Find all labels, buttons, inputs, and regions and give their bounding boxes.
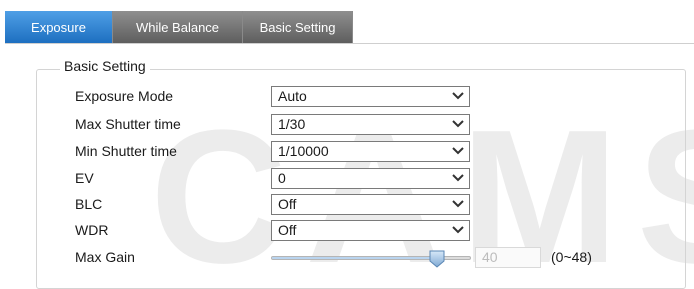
min-shutter-value: 1/10000 — [278, 143, 329, 159]
tab-bar: Exposure While Balance Basic Setting — [5, 11, 353, 43]
chevron-down-icon — [452, 200, 464, 208]
chevron-down-icon — [452, 92, 464, 100]
wdr-value: Off — [278, 222, 297, 238]
chevron-down-icon — [452, 226, 464, 234]
max-gain-value: 40 — [482, 249, 498, 265]
max-shutter-select[interactable]: 1/30 — [271, 114, 470, 135]
section-legend: Basic Setting — [60, 58, 150, 74]
exposure-mode-value: Auto — [278, 88, 307, 104]
row-min-shutter: Min Shutter time 1/10000 — [0, 141, 694, 163]
blc-value: Off — [278, 196, 297, 212]
row-exposure-mode: Exposure Mode Auto — [0, 86, 694, 108]
max-gain-input[interactable]: 40 — [475, 247, 541, 268]
tab-exposure-label: Exposure — [31, 19, 86, 35]
row-blc: BLC Off — [0, 194, 694, 216]
max-gain-slider[interactable] — [271, 250, 471, 268]
row-wdr: WDR Off — [0, 220, 694, 242]
tab-white-balance-label: While Balance — [135, 19, 220, 35]
max-shutter-value: 1/30 — [278, 116, 306, 132]
row-max-shutter: Max Shutter time 1/30 — [0, 114, 694, 136]
min-shutter-select[interactable]: 1/10000 — [271, 141, 470, 162]
max-gain-range: (0~48) — [551, 249, 592, 265]
min-shutter-label: Min Shutter time — [75, 143, 177, 159]
blc-label: BLC — [75, 196, 103, 212]
tab-basic-setting-label: Basic Setting — [259, 19, 336, 35]
ev-value: 0 — [278, 170, 286, 186]
exposure-mode-label: Exposure Mode — [75, 88, 174, 104]
wdr-label: WDR — [75, 222, 109, 238]
chevron-down-icon — [452, 147, 464, 155]
tab-divider — [5, 43, 694, 44]
max-gain-slider-fill — [272, 257, 437, 259]
row-max-gain: Max Gain 40 (0~48) — [0, 247, 694, 269]
ev-select[interactable]: 0 — [271, 168, 470, 189]
chevron-down-icon — [452, 120, 464, 128]
exposure-mode-select[interactable]: Auto — [271, 86, 470, 107]
tab-exposure[interactable]: Exposure — [5, 11, 113, 43]
ev-label: EV — [75, 170, 94, 186]
max-gain-label: Max Gain — [75, 249, 135, 265]
blc-select[interactable]: Off — [271, 194, 470, 215]
slider-thumb-icon[interactable] — [429, 250, 445, 268]
max-shutter-label: Max Shutter time — [75, 116, 181, 132]
tab-basic-setting[interactable]: Basic Setting — [243, 11, 353, 43]
tab-white-balance[interactable]: While Balance — [113, 11, 243, 43]
row-ev: EV 0 — [0, 168, 694, 190]
chevron-down-icon — [452, 174, 464, 182]
wdr-select[interactable]: Off — [271, 220, 470, 241]
